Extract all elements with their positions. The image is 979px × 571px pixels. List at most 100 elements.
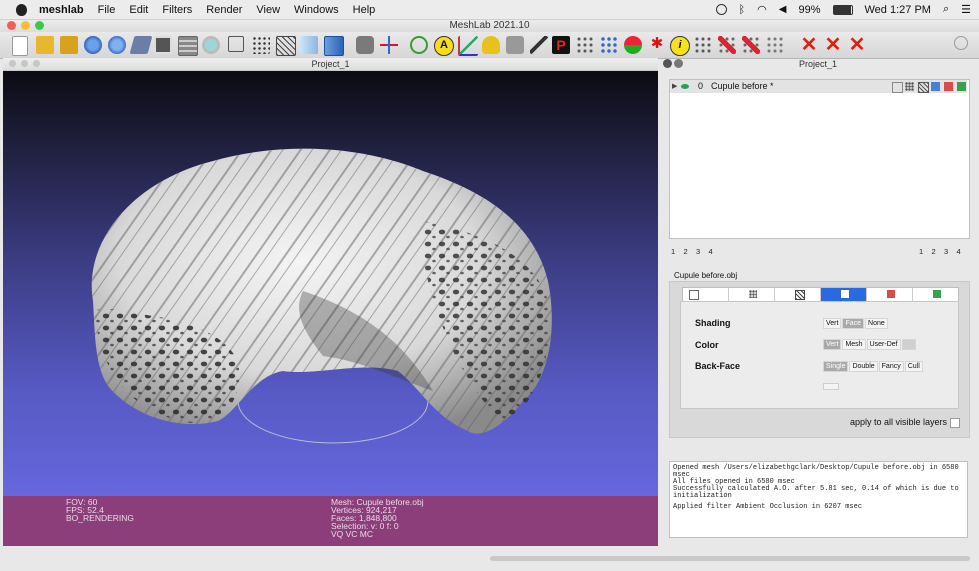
camera-icon[interactable] xyxy=(506,36,524,54)
subwindow-close-button[interactable] xyxy=(9,60,16,67)
volume-icon[interactable]: ◀ xyxy=(779,4,787,15)
info-icon[interactable]: i xyxy=(670,36,690,56)
open-icon[interactable] xyxy=(36,36,54,54)
time-machine-icon[interactable] xyxy=(715,4,727,15)
axes-icon[interactable] xyxy=(380,36,398,54)
points-icon[interactable] xyxy=(252,36,270,54)
backface-cull-option[interactable]: Cull xyxy=(904,361,923,372)
menu-filters[interactable]: Filters xyxy=(162,4,192,16)
subwindow-zoom-button[interactable] xyxy=(33,60,40,67)
layer-row[interactable]: ▶ 0 Cupule before * xyxy=(670,80,967,93)
expand-arrow-icon[interactable]: ▶ xyxy=(672,80,677,93)
trackball-icon[interactable] xyxy=(356,36,374,54)
wifi-icon[interactable]: ◠ xyxy=(757,3,767,16)
stereo-icon[interactable] xyxy=(202,36,220,54)
pager-right-2[interactable]: 2 xyxy=(932,247,936,256)
delete-selected-faces-icon[interactable]: ✕ xyxy=(824,35,842,55)
delete-vertices-icon[interactable] xyxy=(742,36,760,54)
color-userdef-option[interactable]: User-Def xyxy=(866,339,901,350)
color-vert-option[interactable]: Vert xyxy=(823,339,842,350)
globe-icon[interactable] xyxy=(410,36,428,54)
tab-bbox[interactable] xyxy=(683,288,729,301)
tab-vcolor[interactable] xyxy=(913,288,958,301)
layer-list[interactable] xyxy=(669,79,970,239)
control-center-icon[interactable]: ☰ xyxy=(961,3,971,16)
layer-wire-icon[interactable] xyxy=(918,82,929,93)
bluetooth-icon[interactable]: ᛒ xyxy=(739,4,746,16)
spotlight-search-icon[interactable]: ⌕ xyxy=(943,3,949,16)
reload-icon[interactable] xyxy=(84,36,102,54)
minimize-window-button[interactable] xyxy=(21,21,30,30)
pager-right-3[interactable]: 3 xyxy=(944,247,948,256)
pager-left-3[interactable]: 3 xyxy=(696,247,700,256)
reload-all-icon[interactable] xyxy=(108,36,126,54)
color-mesh-option[interactable]: Mesh xyxy=(842,339,866,350)
panel-close-icon[interactable] xyxy=(663,59,672,68)
layer-texture-icon[interactable] xyxy=(944,82,953,91)
visibility-eye-icon[interactable] xyxy=(681,84,689,89)
apply-all-checkbox[interactable] xyxy=(950,418,960,428)
open-project-icon[interactable] xyxy=(60,36,78,54)
horizontal-scrollbar[interactable] xyxy=(490,556,970,561)
annotate-icon[interactable]: A xyxy=(434,36,454,56)
select-connected-icon[interactable] xyxy=(600,36,618,54)
tab-wire[interactable] xyxy=(775,288,821,301)
panel-float-icon[interactable] xyxy=(674,59,683,68)
menu-windows[interactable]: Windows xyxy=(294,4,339,16)
layer-points-icon[interactable] xyxy=(905,82,914,91)
menu-view[interactable]: View xyxy=(256,4,280,16)
layers-icon[interactable] xyxy=(178,36,198,56)
menu-edit[interactable]: Edit xyxy=(129,4,148,16)
backface-single-option[interactable]: Single xyxy=(823,361,849,372)
layer-fill-icon[interactable] xyxy=(931,82,940,91)
georef-icon[interactable]: ✱ xyxy=(648,36,666,54)
pick-points-icon[interactable] xyxy=(482,36,500,54)
smooth-icon[interactable] xyxy=(324,36,344,56)
delete-faces-icon[interactable] xyxy=(718,36,736,54)
select-faces-icon[interactable] xyxy=(694,36,712,54)
pager-right-4[interactable]: 4 xyxy=(957,247,961,256)
select-none-icon[interactable] xyxy=(766,36,784,54)
shading-face-option[interactable]: Face xyxy=(842,318,865,329)
pager-left-2[interactable]: 2 xyxy=(684,247,688,256)
backface-fancy-option[interactable]: Fancy xyxy=(878,361,904,372)
layer-bbox-icon[interactable] xyxy=(892,82,903,93)
import-icon[interactable] xyxy=(129,36,153,54)
layer-name[interactable]: Cupule before * xyxy=(711,80,774,93)
pager-left-4[interactable]: 4 xyxy=(709,247,713,256)
zoom-window-button[interactable] xyxy=(35,21,44,30)
layer-vcolor-icon[interactable] xyxy=(957,82,966,91)
backface-double-option[interactable]: Double xyxy=(849,361,878,372)
pager-left-1[interactable]: 1 xyxy=(671,247,675,256)
color-swatch[interactable] xyxy=(901,339,916,350)
search-icon[interactable] xyxy=(954,36,968,50)
color-icon[interactable] xyxy=(624,36,642,54)
flat-icon[interactable] xyxy=(300,36,318,54)
point-picker-icon[interactable]: P xyxy=(552,36,570,54)
subwindow-minimize-button[interactable] xyxy=(21,60,28,67)
menu-app-meshlab[interactable]: meshlab xyxy=(39,4,84,16)
new-project-icon[interactable] xyxy=(12,36,28,56)
snapshot-icon[interactable] xyxy=(154,36,172,54)
delete-icon[interactable]: ✕ xyxy=(800,35,818,55)
bbox-icon[interactable] xyxy=(228,36,244,52)
delete-selected-vertices-icon[interactable]: ✕ xyxy=(848,35,866,55)
measure-icon[interactable] xyxy=(458,36,478,56)
tab-points[interactable] xyxy=(729,288,775,301)
menu-render[interactable]: Render xyxy=(206,4,242,16)
select-vertices-icon[interactable] xyxy=(576,36,594,54)
menu-help[interactable]: Help xyxy=(353,4,376,16)
tab-texture[interactable] xyxy=(867,288,913,301)
clock[interactable]: Wed 1:27 PM xyxy=(865,4,931,16)
shading-vert-option[interactable]: Vert xyxy=(823,318,842,329)
paint-icon[interactable] xyxy=(530,36,548,54)
wireframe-icon[interactable] xyxy=(276,36,296,56)
menu-file[interactable]: File xyxy=(98,4,116,16)
tab-fill[interactable] xyxy=(821,288,867,301)
battery-icon[interactable] xyxy=(832,4,853,15)
close-window-button[interactable] xyxy=(7,21,16,30)
3d-viewport[interactable] xyxy=(3,71,658,496)
extra-option-button[interactable] xyxy=(823,383,839,390)
apple-icon[interactable] xyxy=(16,3,27,16)
shading-none-option[interactable]: None xyxy=(865,318,888,329)
